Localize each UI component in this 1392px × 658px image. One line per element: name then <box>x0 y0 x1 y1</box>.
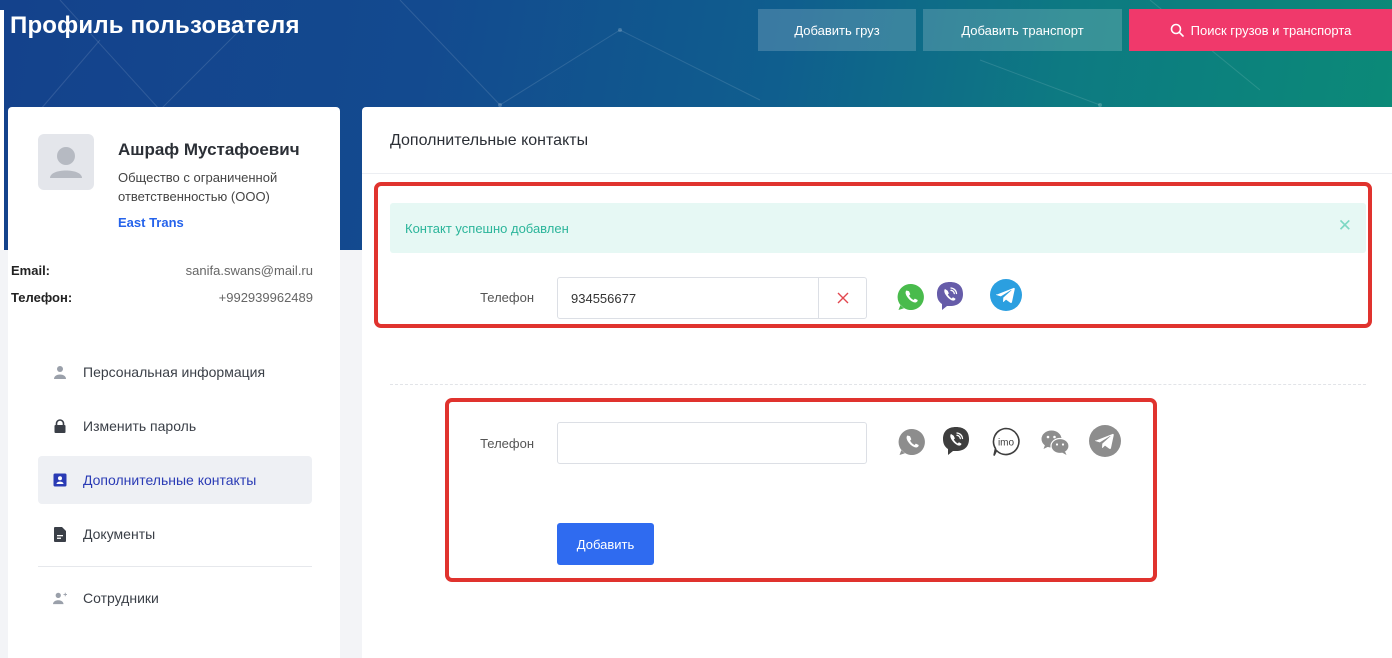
search-cargo-transport-button[interactable]: Поиск грузов и транспорта <box>1129 9 1392 51</box>
lock-icon <box>53 418 67 434</box>
document-icon <box>53 526 67 542</box>
wechat-icon[interactable] <box>1039 426 1071 458</box>
additional-contacts-panel: Дополнительные контакты Контакт успешно … <box>362 107 1392 658</box>
close-icon <box>837 292 848 304</box>
banner-edge <box>0 10 4 250</box>
company-type: Общество с ограниченной ответственностью… <box>118 170 278 204</box>
sidebar-item-change-password[interactable]: Изменить пароль <box>38 402 312 450</box>
contact-card-icon <box>53 472 67 488</box>
profile-sidebar: Ашраф Мустафоевич Общество с ограниченно… <box>8 107 340 658</box>
add-user-icon <box>53 590 67 606</box>
sidebar-item-personal-info[interactable]: Персональная информация <box>38 348 312 396</box>
add-contact-button[interactable]: Добавить <box>557 523 654 565</box>
search-icon <box>1170 23 1184 37</box>
sidebar-item-employees[interactable]: Сотрудники <box>38 574 312 622</box>
sidebar-divider <box>38 566 312 567</box>
section-divider <box>362 173 1392 174</box>
whatsapp-icon[interactable] <box>896 426 928 458</box>
whatsapp-icon[interactable] <box>895 281 927 313</box>
company-name[interactable]: East Trans <box>118 215 184 230</box>
phone-value: +992939962489 <box>218 290 313 305</box>
viber-icon[interactable] <box>940 425 972 457</box>
phone-label: Телефон: <box>11 290 73 305</box>
user-name: Ашраф Мустафоевич <box>118 140 300 159</box>
add-transport-button[interactable]: Добавить транспорт <box>923 9 1122 51</box>
add-cargo-label: Добавить груз <box>794 22 880 38</box>
telegram-icon[interactable] <box>1089 425 1121 457</box>
email-label: Email: <box>11 263 51 278</box>
telegram-icon[interactable] <box>990 279 1022 311</box>
alert-message: Контакт успешно добавлен <box>405 220 569 236</box>
sidebar-item-label: Документы <box>83 526 156 542</box>
avatar <box>38 134 94 190</box>
phone-row: Телефон: +992939962489 <box>11 290 313 305</box>
new-phone-input[interactable] <box>557 422 867 464</box>
existing-phone-label: Телефон <box>480 290 534 305</box>
existing-phone-value: 934556677 <box>571 290 637 306</box>
add-cargo-button[interactable]: Добавить груз <box>758 9 916 51</box>
sidebar-item-label: Персональная информация <box>83 364 266 380</box>
imo-icon[interactable]: imo <box>990 426 1022 458</box>
existing-phone-field[interactable]: 934556677 <box>557 277 867 319</box>
section-title: Дополнительные контакты <box>390 132 589 149</box>
new-phone-label: Телефон <box>480 436 534 451</box>
sidebar-item-label: Изменить пароль <box>83 418 197 434</box>
close-icon[interactable]: ✕ <box>1338 217 1352 235</box>
user-avatar-icon <box>50 147 82 178</box>
page-title: Профиль пользователя <box>10 12 300 39</box>
user-icon <box>53 364 67 380</box>
add-transport-label: Добавить транспорт <box>961 22 1084 38</box>
search-button-label: Поиск грузов и транспорта <box>1190 22 1352 38</box>
form-divider <box>390 384 1366 385</box>
success-alert: Контакт успешно добавлен ✕ <box>390 203 1366 253</box>
viber-icon[interactable] <box>934 280 966 312</box>
sidebar-item-additional-contacts[interactable]: Дополнительные контакты <box>38 456 312 504</box>
email-value: sanifa.swans@mail.ru <box>185 263 313 278</box>
sidebar-item-label: Дополнительные контакты <box>83 472 257 488</box>
email-row: Email: sanifa.swans@mail.ru <box>11 263 313 278</box>
sidebar-item-label: Сотрудники <box>83 590 159 606</box>
imo-label: imo <box>998 438 1015 449</box>
remove-contact-button[interactable] <box>818 278 866 318</box>
sidebar-item-documents[interactable]: Документы <box>38 510 312 558</box>
